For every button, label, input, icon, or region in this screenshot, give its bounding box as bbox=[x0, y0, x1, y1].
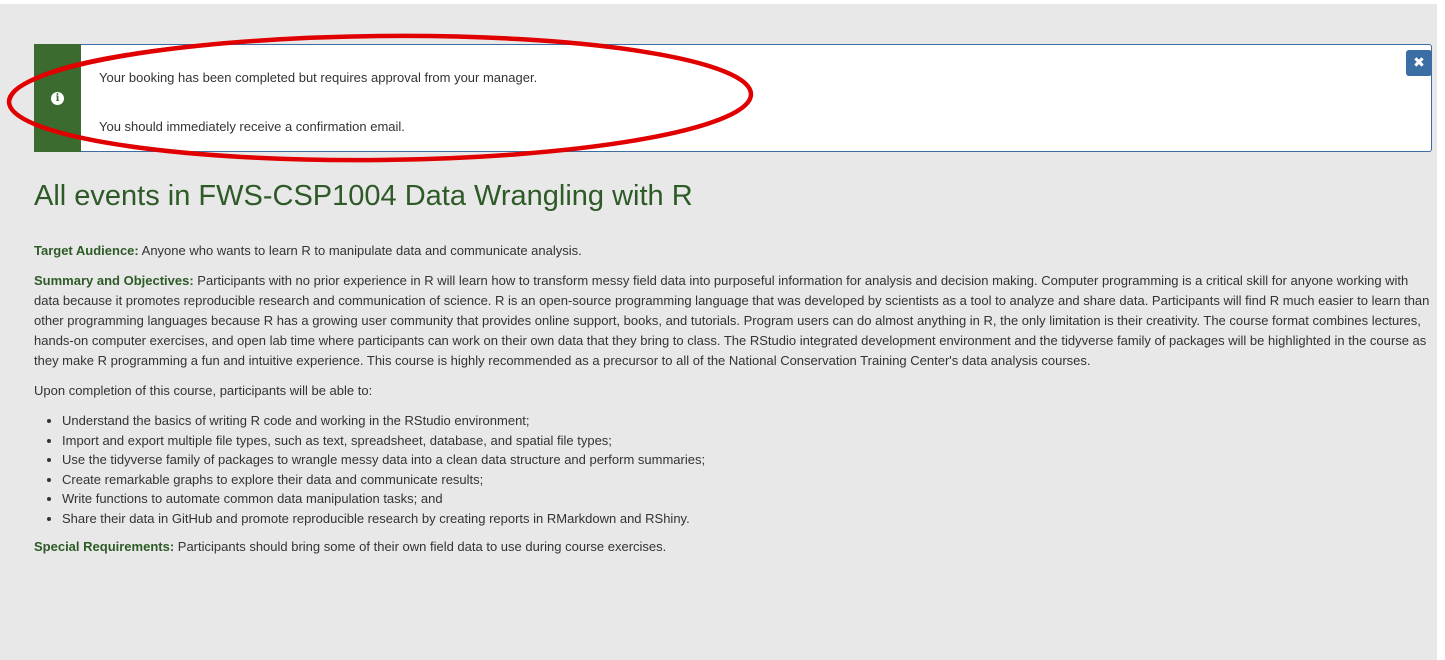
special-requirements-label: Special Requirements: bbox=[34, 539, 175, 554]
objective-item: Create remarkable graphs to explore thei… bbox=[62, 470, 1436, 490]
summary-paragraph: Summary and Objectives: Participants wit… bbox=[34, 271, 1436, 371]
target-audience-paragraph: Target Audience: Anyone who wants to lea… bbox=[34, 241, 1436, 261]
close-alert-button[interactable]: ✖ bbox=[1406, 50, 1432, 76]
summary-text: Participants with no prior experience in… bbox=[34, 273, 1430, 368]
summary-label: Summary and Objectives: bbox=[34, 273, 194, 288]
completion-intro: Upon completion of this course, particip… bbox=[34, 383, 373, 398]
window-right-edge bbox=[1437, 0, 1445, 660]
alert-approval-message: Your booking has been completed but requ… bbox=[99, 70, 538, 85]
objective-item: Share their data in GitHub and promote r… bbox=[62, 509, 1436, 529]
info-icon: i bbox=[51, 91, 64, 105]
booking-confirmation-alert: i Your booking has been completed but re… bbox=[34, 44, 1432, 152]
target-audience-text: Anyone who wants to learn R to manipulat… bbox=[141, 243, 582, 258]
page-title: All events in FWS-CSP1004 Data Wrangling… bbox=[34, 180, 693, 212]
window-top-edge bbox=[0, 0, 1445, 4]
objective-item: Write functions to automate common data … bbox=[62, 489, 1436, 509]
course-description: Target Audience: Anyone who wants to lea… bbox=[34, 241, 1436, 567]
alert-email-message: You should immediately receive a confirm… bbox=[99, 119, 405, 134]
alert-icon-bar: i bbox=[34, 44, 81, 152]
special-requirements-text: Participants should bring some of their … bbox=[177, 539, 667, 554]
target-audience-label: Target Audience: bbox=[34, 243, 139, 258]
close-icon: ✖ bbox=[1413, 55, 1425, 71]
objectives-list: Understand the basics of writing R code … bbox=[34, 411, 1436, 528]
objective-item: Use the tidyverse family of packages to … bbox=[62, 450, 1436, 470]
special-requirements-paragraph: Special Requirements: Participants shoul… bbox=[34, 537, 1436, 557]
objective-item: Understand the basics of writing R code … bbox=[62, 411, 1436, 431]
objective-item: Import and export multiple file types, s… bbox=[62, 431, 1436, 451]
